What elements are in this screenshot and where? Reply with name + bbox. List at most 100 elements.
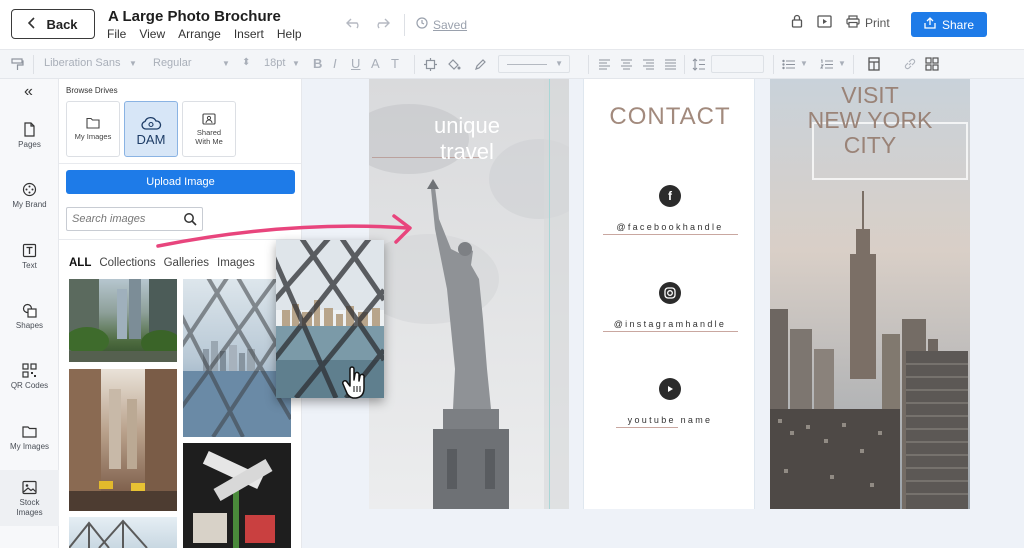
rail-item-text[interactable]: Text [0, 243, 59, 270]
font-family-select[interactable]: Liberation Sans [44, 57, 120, 69]
bridge-photo [69, 519, 148, 548]
rail-label: My Images [9, 442, 50, 451]
chevron-down-icon: ▼ [129, 59, 137, 68]
image-thumbnail-street[interactable] [69, 279, 177, 362]
image-thumbnail-street-signs[interactable] [183, 443, 291, 548]
stepper-icon[interactable]: ⬍ [242, 57, 250, 68]
menu-view[interactable]: View [139, 27, 165, 41]
back-button[interactable]: Back [11, 9, 95, 39]
divider [853, 55, 854, 74]
italic-button[interactable]: I [333, 56, 337, 71]
rail-label: Pages [18, 140, 41, 149]
format-toolbar: Liberation Sans ▼ Regular ▼ ⬍ 18pt ▼ B I… [0, 50, 1024, 79]
browse-drives-label: Browse Drives [66, 86, 118, 95]
divider [33, 55, 34, 74]
line-height-icon[interactable] [690, 55, 708, 73]
facebook-handle: @facebookhandle [616, 222, 724, 232]
contact-title[interactable]: CONTACT [584, 103, 754, 131]
image-thumbnail-taxi-street[interactable] [69, 369, 177, 511]
line-height-field[interactable] [711, 55, 764, 73]
document-title[interactable]: A Large Photo Brochure [108, 8, 281, 25]
font-size-field[interactable]: 18pt [264, 57, 285, 69]
menu-help[interactable]: Help [277, 27, 302, 41]
crop-icon[interactable] [421, 55, 439, 73]
save-status[interactable]: Saved [416, 17, 467, 32]
rail-item-stock-images[interactable]: Stock Images [0, 470, 59, 526]
drive-shared-with-me[interactable]: Shared With Me [182, 101, 236, 157]
cloud-icon [141, 117, 162, 130]
chevron-left-icon [28, 16, 36, 32]
headline-line-1: unique [433, 113, 501, 138]
underline [602, 331, 738, 332]
bold-button[interactable]: B [313, 56, 322, 71]
upload-image-button[interactable]: Upload Image [66, 170, 295, 194]
rail-item-my-images[interactable]: My Images [0, 424, 59, 451]
youtube-handle: youtube name [627, 415, 713, 425]
font-weight-select[interactable]: Regular [153, 57, 192, 69]
text-icon [22, 243, 37, 258]
instagram-icon [659, 282, 681, 304]
menu-arrange[interactable]: Arrange [178, 27, 221, 41]
page-icon [24, 122, 35, 137]
align-center-icon[interactable] [617, 55, 635, 73]
drive-label: My Images [74, 132, 112, 141]
layout-icon[interactable] [865, 55, 883, 73]
chevron-down-icon: ▼ [292, 59, 300, 68]
folder-icon [22, 426, 37, 438]
text-transform-button[interactable]: T [391, 56, 399, 71]
preview-icon[interactable] [817, 14, 832, 31]
folder-icon [86, 117, 100, 129]
numbered-list-icon[interactable] [818, 55, 836, 73]
share-button[interactable]: Share [911, 12, 987, 37]
tab-collections[interactable]: Collections [99, 257, 155, 269]
drive-dam[interactable]: DAM [124, 101, 178, 157]
youtube-contact[interactable]: youtube name [584, 378, 754, 428]
bulleted-list-icon[interactable] [780, 55, 798, 73]
search-placeholder: Search images [72, 213, 146, 225]
visit-line-3: CITY [843, 132, 897, 158]
menu-insert[interactable]: Insert [234, 27, 264, 41]
link-icon[interactable] [901, 55, 919, 73]
align-left-icon[interactable] [595, 55, 613, 73]
image-thumbnail-fence-skyline[interactable] [183, 279, 291, 437]
visit-headline[interactable]: VISIT NEW YORK CITY [780, 83, 960, 158]
rail-item-my-brand[interactable]: My Brand [0, 182, 59, 209]
collapse-panel-icon[interactable]: « [24, 83, 33, 101]
rail-item-shapes[interactable]: Shapes [0, 303, 59, 330]
brochure-panel-contact[interactable]: CONTACT f @facebookhandle @instagramhand… [583, 79, 755, 509]
align-right-icon[interactable] [639, 55, 657, 73]
rail-item-qr-codes[interactable]: QR Codes [0, 363, 59, 390]
page1-headline[interactable]: unique travel [369, 113, 565, 165]
share-label: Share [941, 17, 975, 32]
qr-code-icon [22, 363, 37, 378]
undo-icon[interactable] [346, 16, 362, 32]
menu-file[interactable]: File [107, 27, 126, 41]
lock-icon[interactable] [791, 14, 803, 31]
rail-item-pages[interactable]: Pages [0, 122, 59, 149]
drive-my-images[interactable]: My Images [66, 101, 120, 157]
headline-line-2: travel [440, 139, 494, 164]
tab-all[interactable]: ALL [69, 257, 91, 269]
instagram-contact[interactable]: @instagramhandle [584, 282, 754, 332]
taxi-street-photo [69, 369, 177, 511]
underline-button[interactable]: U [351, 56, 360, 71]
rail-label: Stock Images [16, 498, 43, 517]
fill-bucket-icon[interactable] [445, 55, 463, 73]
pen-icon[interactable] [471, 55, 489, 73]
format-painter-icon[interactable] [8, 55, 26, 73]
printer-icon [846, 14, 860, 31]
redo-icon[interactable] [374, 16, 390, 32]
image-thumbnail-bridge[interactable] [69, 517, 177, 548]
text-color-button[interactable]: A [371, 56, 380, 71]
rail-label: QR Codes [10, 381, 49, 390]
chevron-down-icon: ▼ [555, 59, 563, 68]
grid-icon[interactable] [923, 55, 941, 73]
align-justify-icon[interactable] [661, 55, 679, 73]
print-button[interactable]: Print [846, 14, 890, 31]
street-photo [69, 279, 177, 362]
divider [59, 163, 301, 164]
divider [684, 55, 685, 74]
divider [404, 14, 405, 36]
facebook-contact[interactable]: f @facebookhandle [584, 185, 754, 235]
line-style-select[interactable]: ▼ [498, 55, 570, 73]
